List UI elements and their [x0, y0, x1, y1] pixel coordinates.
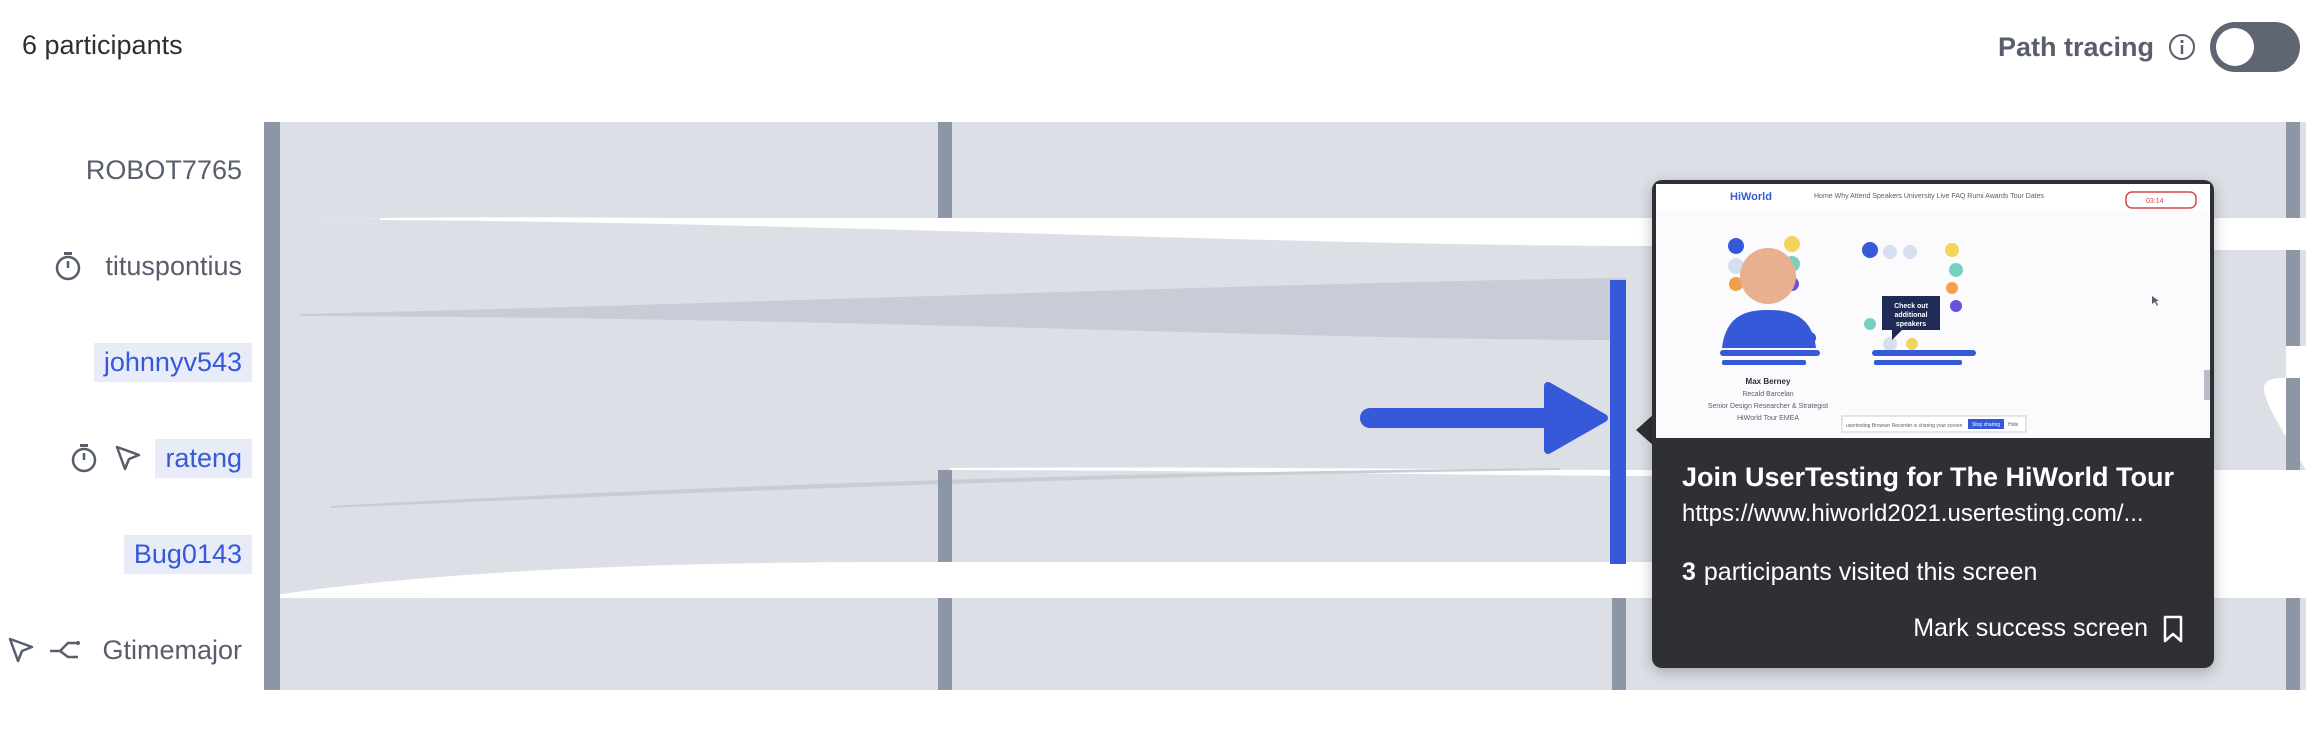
thumbnail-hide: Hide	[2008, 422, 2019, 428]
screen-thumbnail: HiWorld Home Why Attend Speakers Univers…	[1656, 184, 2210, 438]
thumbnail-nav: Home Why Attend Speakers University Live…	[1814, 193, 2045, 200]
thumbnail-speaker-role: Senior Design Researcher & Strategist	[1708, 403, 1828, 410]
column-bar	[2286, 122, 2300, 218]
participant-row: tituspontius	[51, 244, 252, 288]
thumbnail-image: HiWorld Home Why Attend Speakers Univers…	[1656, 184, 2210, 438]
thumbnail-bubble: Check out additional speakers	[1894, 303, 1929, 328]
participant-name[interactable]: Bug0143	[123, 534, 252, 574]
participant-name: tituspontius	[105, 250, 242, 281]
column-bar	[2286, 250, 2300, 346]
screen-url[interactable]: https://www.hiworld2021.usertesting.com/…	[1682, 500, 2192, 528]
mark-success-button[interactable]: Mark success screen	[1913, 614, 2184, 643]
thumbnail-recorder: usertesting Browser Recorder is sharing …	[1846, 423, 1963, 429]
cursor-click-icon	[4, 633, 38, 667]
selected-screen-node[interactable]	[1610, 280, 1626, 564]
bookmark-icon	[2163, 615, 2183, 642]
column-bar	[2286, 378, 2300, 470]
stopwatch-icon	[51, 249, 85, 283]
cursor-click-icon	[111, 441, 145, 475]
thumbnail-speaker-event: HiWorld Tour EMEA	[1737, 415, 1799, 422]
column-bar	[2286, 598, 2300, 690]
participant-name: ROBOT7765	[85, 154, 242, 185]
participant-row: rateng	[67, 436, 252, 480]
screen-tooltip: HiWorld Home Why Attend Speakers Univers…	[1652, 180, 2214, 668]
thumbnail-speaker-company: Recald Barcelan	[1742, 391, 1793, 398]
thumbnail-stop-button: Stop sharing	[1972, 422, 2000, 428]
screen-title: Join UserTesting for The HiWorld Tour	[1682, 462, 2175, 492]
thumbnail-timer: 03:14	[2146, 198, 2164, 205]
visit-summary: 3 participants visited this screen	[1682, 558, 2037, 587]
branch-icon	[48, 633, 82, 667]
participant-name: Gtimemajor	[102, 634, 242, 665]
participant-row: Bug0143	[123, 532, 252, 576]
column-bar	[938, 470, 952, 562]
participant-name[interactable]: johnnyv543	[93, 342, 252, 382]
thumbnail-logo: HiWorld	[1730, 191, 1772, 203]
thumbnail-speaker-name: Max Berney	[1746, 377, 1791, 386]
participant-row: ROBOT7765	[76, 148, 252, 192]
visit-text: participants visited this screen	[1703, 558, 2038, 586]
column-bar	[1612, 598, 1626, 690]
column-bar	[264, 122, 280, 690]
participant-row: johnnyv543	[93, 340, 252, 384]
participant-name[interactable]: rateng	[155, 438, 252, 478]
mark-success-label: Mark success screen	[1913, 614, 2148, 642]
visit-count: 3	[1682, 558, 1696, 586]
stopwatch-icon	[67, 441, 101, 475]
participant-row: Gtimemajor	[4, 628, 252, 672]
column-bar	[938, 122, 952, 218]
column-bar	[938, 598, 952, 690]
